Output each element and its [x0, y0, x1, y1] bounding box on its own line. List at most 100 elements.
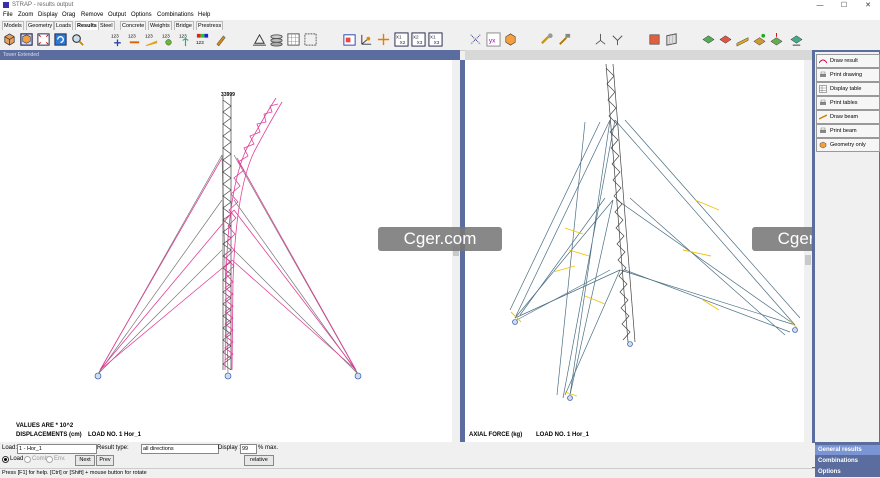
fit-icon[interactable] — [36, 32, 51, 47]
frame-icon[interactable] — [342, 32, 357, 47]
tab-prestress[interactable]: Prestress — [196, 21, 224, 30]
right-result-label: AXIAL FORCE (kg) — [469, 432, 523, 438]
draw-result-button[interactable]: Draw result — [816, 54, 880, 68]
beam-remove-icon[interactable] — [718, 32, 733, 47]
svg-text:123: 123 — [162, 34, 170, 39]
menu-orag[interactable]: Orag — [62, 12, 75, 18]
tab-weights[interactable]: Weights — [148, 21, 172, 30]
right-scroll-thumb[interactable] — [805, 255, 811, 265]
general-results-button[interactable]: General results — [815, 445, 880, 455]
geometry-only-button[interactable]: Geometry only — [816, 138, 880, 152]
support-icon[interactable] — [252, 32, 267, 47]
beam-support-icon[interactable] — [789, 32, 804, 47]
numbers-color-icon[interactable]: 123 — [195, 32, 210, 47]
svg-text:X1: X1 — [396, 35, 402, 40]
maximize-button[interactable]: ☐ — [832, 0, 856, 11]
cube-red-icon[interactable] — [647, 32, 662, 47]
top-node-label: 33999 — [221, 92, 235, 98]
beam-edit-icon[interactable] — [752, 32, 767, 47]
tab-bridge[interactable]: Bridge — [174, 21, 194, 30]
result-type-label: Result type: — [97, 445, 129, 451]
zoom-icon[interactable] — [70, 32, 85, 47]
model-3d-icon[interactable] — [2, 32, 17, 47]
result-type-select[interactable]: all directions — [141, 444, 219, 454]
menu-file[interactable]: File — [3, 12, 13, 18]
left-viewport[interactable]: 33999 VALUES ARE * 10^2 DISPLACEMENTS (c… — [0, 60, 460, 442]
beam-add-icon[interactable] — [701, 32, 716, 47]
menu-display[interactable]: Display — [38, 12, 58, 18]
load-select[interactable]: 1 - Hor_1 — [17, 444, 97, 454]
minimize-button[interactable]: — — [808, 0, 832, 11]
next-button[interactable]: Next — [75, 455, 95, 466]
beam-load-icon[interactable] — [769, 32, 784, 47]
beam-ruler-icon[interactable] — [735, 32, 750, 47]
right-scrollbar[interactable] — [804, 60, 812, 442]
menu-help[interactable]: Help — [198, 12, 210, 18]
geometry-icon — [819, 141, 827, 149]
draw-beam-button[interactable]: Draw beam — [816, 110, 880, 124]
tab-results[interactable]: Results — [75, 21, 99, 30]
force-diagram-members — [509, 119, 801, 399]
left-scrollbar[interactable] — [452, 60, 460, 442]
tab-concrete[interactable]: Concrete — [120, 21, 147, 30]
axes-icon[interactable] — [359, 32, 374, 47]
svg-text:X1: X1 — [430, 35, 436, 40]
combinations-button[interactable]: Combinations — [815, 456, 880, 466]
menu-combinations[interactable]: Combinations — [157, 12, 194, 18]
x1x2-icon[interactable]: X1X2 — [394, 32, 409, 47]
menu-zoom[interactable]: Zoom — [18, 12, 33, 18]
box-icon[interactable] — [503, 32, 518, 47]
axial-force-drawing[interactable] — [465, 60, 804, 442]
menu-output[interactable]: Output — [108, 12, 126, 18]
numbers-rotate-icon[interactable]: 123 — [161, 32, 176, 47]
yx-icon[interactable]: yx — [486, 32, 501, 47]
prev-button[interactable]: Prev — [96, 455, 114, 466]
move-icon[interactable] — [376, 32, 391, 47]
x1x3-icon[interactable]: X1X3 — [428, 32, 443, 47]
select-icon[interactable] — [303, 32, 318, 47]
numbers-axis-icon[interactable]: 123 — [178, 32, 193, 47]
svg-text:123: 123 — [145, 34, 153, 39]
print-tables-button[interactable]: Print tables — [816, 96, 880, 110]
x3-icon[interactable]: X2X3 — [411, 32, 426, 47]
display-input[interactable]: 99 — [240, 444, 257, 454]
refresh-icon[interactable] — [53, 32, 68, 47]
displacement-drawing[interactable]: 33999 — [0, 60, 452, 442]
dots-icon[interactable] — [468, 32, 483, 47]
joint2-icon[interactable] — [610, 32, 625, 47]
load-radio-label: Load — [10, 456, 24, 462]
menu-options[interactable]: Options — [131, 12, 152, 18]
relative-button[interactable]: relative — [244, 455, 274, 466]
numbers-minus-icon[interactable]: 123 — [127, 32, 142, 47]
menu-remove[interactable]: Remove — [81, 12, 103, 18]
right-viewport[interactable]: AXIAL FORCE (kg) LOAD NO. 1 Hor_1 — [465, 60, 812, 442]
right-view-header — [465, 50, 812, 60]
layers-icon[interactable] — [269, 32, 284, 47]
grid-icon[interactable] — [286, 32, 301, 47]
tab-steel[interactable]: Steel — [98, 21, 115, 30]
print-icon — [820, 99, 826, 105]
options-button[interactable]: Options — [815, 467, 880, 477]
print-icon — [820, 71, 826, 77]
env-radio[interactable] — [46, 456, 53, 463]
tab-geometry[interactable]: Geometry — [26, 21, 55, 30]
numbers-ruler-icon[interactable]: 123 — [144, 32, 159, 47]
joint-icon[interactable] — [593, 32, 608, 47]
numbers-plus-icon[interactable]: 123 — [110, 32, 125, 47]
watermark-left: Cger.com — [378, 227, 502, 251]
load-radio[interactable] — [2, 456, 9, 463]
close-button[interactable]: ✕ — [856, 0, 880, 11]
print-drawing-button[interactable]: Print drawing — [816, 68, 880, 82]
plane-icon[interactable] — [664, 32, 679, 47]
tab-loads[interactable]: Loads — [54, 21, 73, 30]
comb-radio[interactable] — [24, 456, 31, 463]
tab-models[interactable]: Models — [2, 21, 24, 30]
brush-icon[interactable] — [540, 32, 555, 47]
deformed-shape — [99, 97, 357, 371]
print-beam-button[interactable]: Print beam — [816, 124, 880, 138]
cube-icon[interactable] — [19, 32, 34, 47]
hammer-icon[interactable] — [557, 32, 572, 47]
title-bar: STRAP - results output — ☐ ✕ — [0, 0, 880, 11]
display-table-button[interactable]: Display table — [816, 82, 880, 96]
paint-icon[interactable] — [214, 32, 229, 47]
